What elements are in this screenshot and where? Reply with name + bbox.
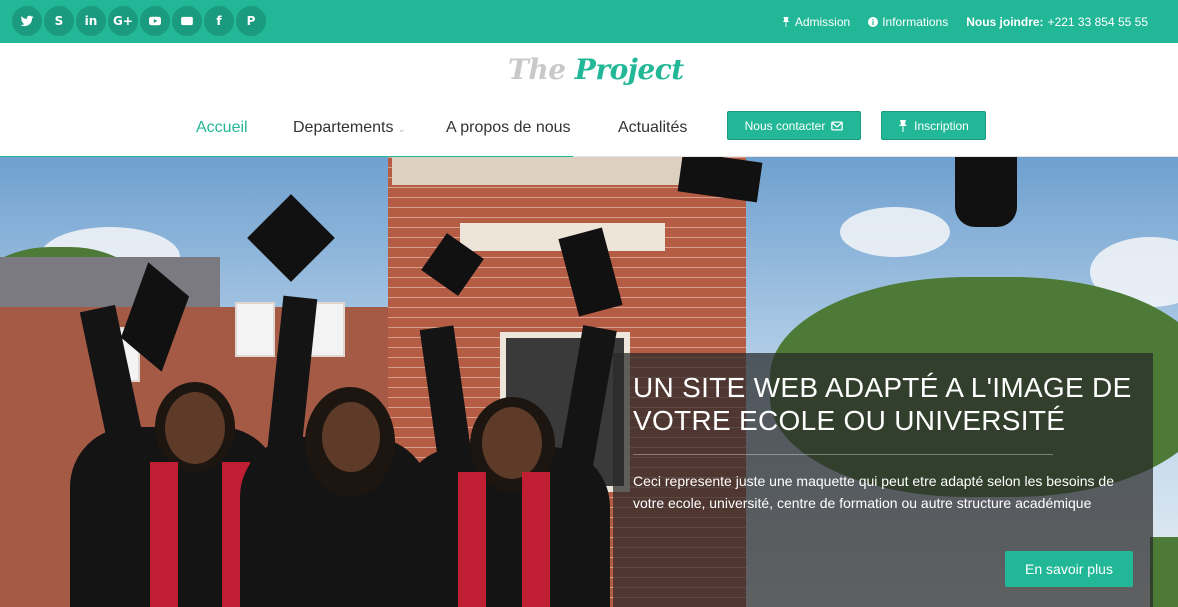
top-bar: S in G+ f P Admission Informations Nous …: [0, 0, 1178, 43]
top-links: Admission Informations Nous joindre: +22…: [781, 0, 1148, 43]
nav-item-label: Departements: [293, 119, 394, 136]
learn-more-button[interactable]: En savoir plus: [1005, 551, 1133, 587]
envelope-icon: [831, 121, 844, 130]
site-logo[interactable]: The Project: [508, 53, 684, 86]
youtube-icon[interactable]: [140, 6, 170, 36]
admission-link[interactable]: Admission: [781, 15, 850, 29]
google-plus-icon[interactable]: G+: [108, 6, 138, 36]
chevron-down-icon: ⌄: [397, 124, 406, 135]
nav-item-accueil[interactable]: Accueil: [196, 119, 248, 137]
bushes: [1150, 537, 1178, 607]
signup-button[interactable]: Inscription: [881, 111, 986, 140]
skype-icon[interactable]: S: [44, 6, 74, 36]
info-icon: [868, 16, 879, 27]
signup-button-label: Inscription: [914, 118, 969, 133]
nav-item-label: A propos de nous: [446, 119, 571, 136]
linkedin-glyph: in: [84, 14, 98, 28]
informations-label: Informations: [882, 14, 949, 29]
graduate-sash: [458, 472, 486, 607]
contact-info: Nous joindre: +221 33 854 55 55: [966, 15, 1148, 29]
hero-title: UN SITE WEB ADAPTÉ A L'IMAGE DE VOTRE EC…: [633, 372, 1132, 436]
flickr-icon[interactable]: [172, 6, 202, 36]
hero-caption: UN SITE WEB ADAPTÉ A L'IMAGE DE VOTRE EC…: [613, 353, 1153, 607]
main-nav: Accueil Departements ⌄ A propos de nous A…: [0, 111, 1178, 145]
graduation-cap: [955, 157, 1017, 227]
admission-label: Admission: [794, 14, 851, 29]
nav-item-departements[interactable]: Departements ⌄: [293, 119, 406, 137]
skype-glyph: S: [54, 14, 64, 28]
twitter-icon[interactable]: [12, 6, 42, 36]
pinterest-icon[interactable]: P: [236, 6, 266, 36]
social-links: S in G+ f P: [12, 6, 266, 36]
pin-icon: [899, 119, 908, 132]
nav-item-actualites[interactable]: Actualités: [618, 119, 687, 137]
logo-part-1: The: [508, 53, 566, 86]
facebook-glyph: f: [216, 14, 222, 28]
contact-button[interactable]: Nous contacter: [727, 111, 861, 140]
nav-item-label: Accueil: [196, 119, 248, 136]
contact-button-label: Nous contacter: [744, 118, 826, 133]
nav-item-a-propos[interactable]: A propos de nous: [446, 119, 571, 137]
window: [235, 302, 275, 357]
pin-icon: [782, 16, 790, 27]
contact-phone: +221 33 854 55 55: [1047, 14, 1148, 29]
pinterest-glyph: P: [246, 14, 256, 28]
contact-label: Nous joindre:: [966, 14, 1044, 29]
hero-slider: UN SITE WEB ADAPTÉ A L'IMAGE DE VOTRE EC…: [0, 157, 1178, 607]
tower-cap: [392, 157, 682, 185]
facebook-icon[interactable]: f: [204, 6, 234, 36]
informations-link[interactable]: Informations: [868, 15, 948, 29]
nav-item-label: Actualités: [618, 119, 688, 136]
cloud: [840, 207, 950, 257]
google-plus-glyph: G+: [113, 14, 133, 28]
graduate-face: [482, 407, 542, 479]
graduate-sash: [522, 472, 550, 607]
graduate-sash: [150, 462, 178, 607]
linkedin-icon[interactable]: in: [76, 6, 106, 36]
hero-text: Ceci represente juste une maquette qui p…: [633, 473, 1114, 511]
caption-divider: [633, 454, 1053, 455]
logo-part-2: Project: [574, 53, 684, 86]
graduate-face: [165, 392, 225, 464]
graduate-face: [322, 402, 380, 472]
site-header: The Project Accueil Departements ⌄ A prop…: [0, 43, 1178, 158]
